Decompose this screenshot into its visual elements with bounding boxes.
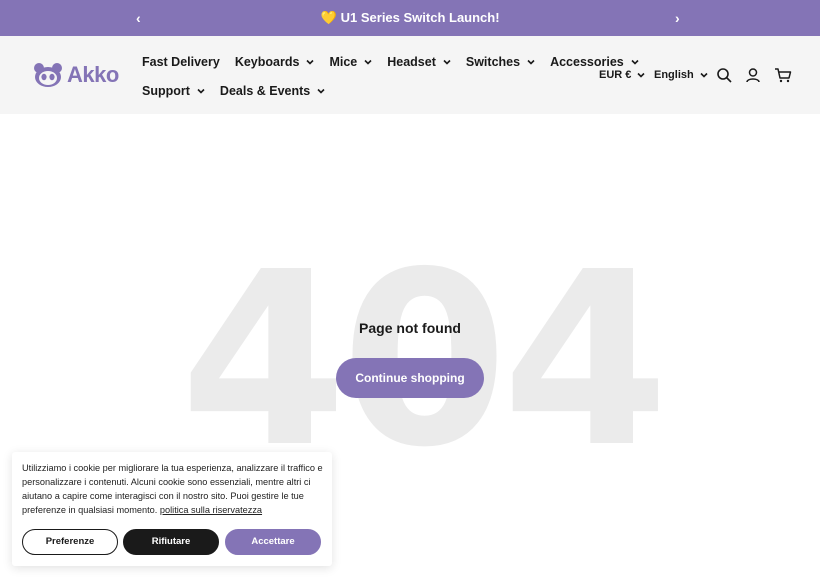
chevron-down-icon [527,59,535,65]
announcement-next-button[interactable]: › [675,0,680,36]
chevron-down-icon [197,88,205,94]
nav-item-label: Fast Delivery [142,55,220,69]
nav-item-fast-delivery[interactable]: Fast Delivery [142,53,220,71]
language-label: English [654,69,694,81]
nav-item-mice[interactable]: Mice [329,53,372,71]
language-selector[interactable]: English [654,66,708,84]
nav-item-label: Headset [387,55,436,69]
cookie-text: Utilizziamo i cookie per migliorare la t… [22,461,324,517]
nav-item-keyboards[interactable]: Keyboards [235,53,315,71]
search-icon[interactable] [715,66,733,84]
nav-item-headset[interactable]: Headset [387,53,451,71]
chevron-down-icon [631,59,639,65]
nav-row-1: Fast Delivery Keyboards Mice Headset Switche… [142,53,654,71]
heart-icon: 💛 [320,10,337,25]
chevron-down-icon [317,88,325,94]
privacy-policy-link[interactable]: politica sulla riservatezza [160,505,262,515]
continue-shopping-button[interactable]: Continue shopping [336,358,484,398]
cookie-banner: Utilizziamo i cookie per migliorare la t… [12,452,332,566]
reject-button[interactable]: Rifiutare [123,529,219,555]
currency-selector[interactable]: EUR € [599,66,645,84]
account-icon[interactable] [744,66,762,84]
nav-item-label: Deals & Events [219,84,311,98]
page-title: Page not found [359,320,461,336]
logo[interactable]: Akko [33,60,119,90]
announcement-prev-button[interactable]: ‹ [136,0,141,36]
announcement-bar: ‹ 💛 U1 Series Switch Launch! › [0,0,820,36]
nav-item-label: Switches [465,55,521,69]
nav-item-deals-events[interactable]: Deals & Events [220,82,325,100]
nav-item-label: Support [142,84,190,98]
nav-row-2: Support Deals & Events [142,82,340,100]
chevron-down-icon [306,59,315,65]
chevron-down-icon [637,72,645,78]
nav-item-switches[interactable]: Switches [466,53,535,71]
nav-item-support[interactable]: Support [142,82,205,100]
preferences-button[interactable]: Preferenze [22,529,118,555]
chevron-down-icon [700,72,708,78]
accept-button[interactable]: Accettare [225,529,321,555]
site-header: Akko Fast Delivery Keyboards Mice Headset Sw… [0,36,820,114]
chevron-down-icon [443,59,451,65]
logo-text: Akko [67,62,119,87]
nav-item-label: Mice [329,55,358,69]
announcement-message: 💛 U1 Series Switch Launch! [0,0,820,36]
currency-label: EUR € [599,69,632,81]
cart-icon[interactable] [774,66,792,84]
panda-logo-icon [34,63,62,87]
chevron-down-icon [364,59,372,65]
nav-item-label: Keyboards [234,55,300,69]
announcement-text[interactable]: U1 Series Switch Launch! [341,10,500,25]
